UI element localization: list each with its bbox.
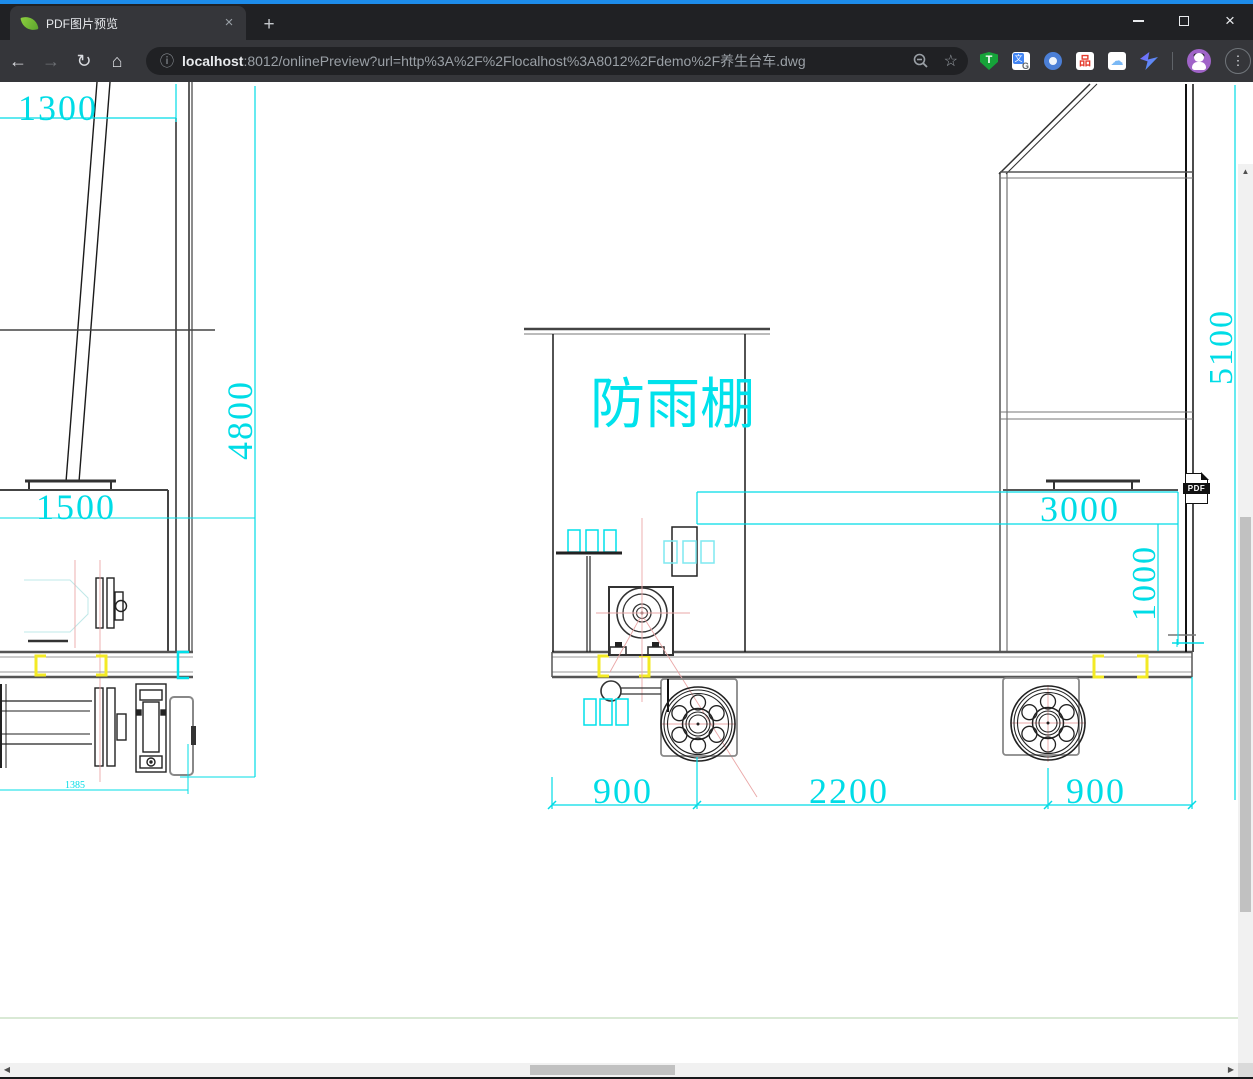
shelter-label: 防雨棚 — [590, 372, 755, 436]
scroll-up-icon[interactable]: ▲ — [1238, 164, 1253, 179]
translate-icon[interactable]: 文 G — [1012, 52, 1030, 71]
horizontal-scroll-thumb[interactable] — [530, 1065, 675, 1075]
left-wheel — [660, 678, 738, 762]
dim-900-right-label: 900 — [1066, 771, 1126, 811]
dim-5100-label: 5100 — [1203, 309, 1238, 385]
scroll-left-icon[interactable]: ◀ — [0, 1063, 14, 1077]
deck-cyan-bracket — [176, 650, 189, 680]
dim-2200-label: 2200 — [809, 771, 889, 811]
url-host: localhost — [182, 53, 244, 69]
url-text: localhost:8012/onlinePreview?url=http%3A… — [182, 51, 898, 71]
cloud-icon[interactable]: ☁ — [1108, 52, 1126, 70]
back-button[interactable]: ← — [3, 46, 33, 76]
dim-4800-label: 4800 — [220, 380, 260, 460]
pdf-badge: PDF — [1183, 483, 1210, 494]
home-button[interactable]: ⌂ — [102, 46, 132, 76]
toolbar-separator — [1172, 52, 1173, 70]
dim-900-left-label: 900 — [593, 771, 653, 811]
tab-title: PDF图片预览 — [46, 16, 119, 31]
page-fold — [1200, 472, 1209, 481]
tampermonkey-shield-icon[interactable]: T — [980, 52, 998, 70]
grid-badge-icon[interactable]: 品 — [1076, 52, 1094, 70]
tall-frame — [998, 83, 1196, 652]
dim-1300-label: 1300 — [18, 88, 98, 128]
vertical-scrollbar[interactable]: ▲ ▼ — [1238, 164, 1253, 1079]
window-controls: × — [1115, 4, 1253, 38]
deck-yellow-brackets — [34, 654, 1149, 679]
blue-ring-icon[interactable] — [1044, 52, 1062, 70]
window-close-button[interactable]: × — [1207, 4, 1253, 38]
translate-g-glyph: G — [1021, 61, 1029, 71]
motor-unit — [608, 586, 674, 656]
scroll-right-icon[interactable]: ▶ — [1224, 1063, 1238, 1077]
browser-tab[interactable]: PDF图片预览 × — [10, 6, 246, 40]
right-wheel — [1002, 677, 1086, 761]
pdf-file-icon[interactable]: PDF — [1183, 472, 1210, 504]
maximize-button[interactable] — [1161, 4, 1207, 38]
dim-1385-label: 1385 — [65, 780, 85, 791]
vertical-scroll-thumb[interactable] — [1240, 517, 1251, 912]
extensions-area: T 文 G 品 ☁ ⋮ — [980, 47, 1251, 75]
dim-3000-label: 3000 — [1040, 489, 1120, 529]
preview-page: 1300 4800 1500 1385 防雨棚 3000 1000 5100 9… — [0, 82, 1253, 1079]
zoom-icon[interactable] — [912, 52, 930, 70]
spring-leaf-favicon-icon — [20, 13, 39, 33]
bird-icon[interactable] — [1140, 52, 1158, 70]
address-bar[interactable]: ⓘ localhost:8012/onlinePreview?url=http%… — [146, 47, 968, 75]
horizontal-scrollbar[interactable]: ◀ ▶ — [0, 1063, 1238, 1077]
page-info-icon[interactable]: ⓘ — [160, 51, 174, 71]
new-tab-button[interactable]: + — [256, 12, 282, 38]
browser-window: PDF图片预览 × + × ← → ↻ ⌂ ⓘ localhost:8012/o… — [0, 0, 1253, 1079]
dimension-lines — [0, 84, 1236, 810]
scrollbar-corner — [1238, 1063, 1253, 1077]
minimize-button[interactable] — [1115, 4, 1161, 38]
profile-avatar[interactable] — [1187, 49, 1211, 73]
bookmark-star-icon[interactable]: ☆ — [944, 51, 958, 71]
reload-button[interactable]: ↻ — [69, 46, 99, 76]
browser-toolbar: ← → ↻ ⌂ ⓘ localhost:8012/onlinePreview?u… — [0, 40, 1253, 82]
dim-1500-label: 1500 — [36, 487, 116, 527]
tab-close-icon[interactable]: × — [220, 14, 238, 32]
cad-drawing: 1300 4800 1500 1385 防雨棚 3000 1000 5100 9… — [0, 82, 1238, 1019]
dim-1000-label: 1000 — [1126, 545, 1163, 621]
axle-rod — [583, 680, 661, 726]
tab-strip: PDF图片预览 × + × — [0, 4, 1253, 40]
forward-button[interactable]: → — [36, 46, 66, 76]
browser-menu-button[interactable]: ⋮ — [1225, 48, 1251, 74]
left-view-structure — [0, 82, 215, 652]
url-path: :8012/onlinePreview?url=http%3A%2F%2Floc… — [243, 53, 806, 69]
